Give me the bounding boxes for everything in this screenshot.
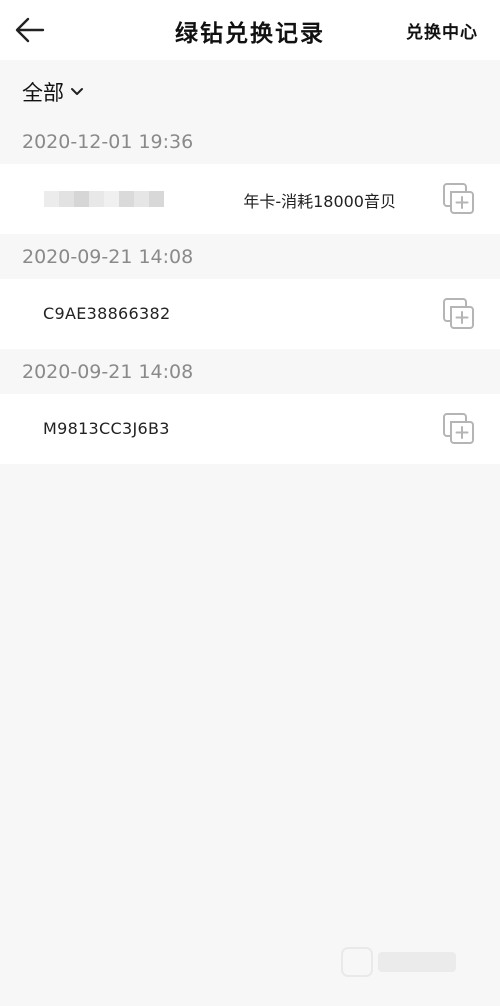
filter-dropdown[interactable]: 全部 (22, 77, 84, 107)
watermark-logo (341, 947, 456, 977)
record-code: M9813CC3J6B3 (43, 419, 170, 438)
record-date: 2020-09-21 14:08 (22, 361, 194, 383)
exchange-center-link[interactable]: 兑换中心 (406, 18, 478, 43)
back-button[interactable] (12, 12, 48, 48)
record-group: 2020-09-21 14:08 M9813CC3J6B3 (0, 350, 500, 464)
copy-button[interactable] (442, 182, 476, 216)
record-code: C9AE38866382 (43, 304, 171, 323)
record-date: 2020-12-01 19:36 (22, 131, 194, 153)
copy-icon (443, 298, 474, 329)
chevron-down-icon (71, 88, 83, 95)
copy-button[interactable] (442, 297, 476, 331)
copy-icon (443, 183, 474, 214)
arrow-left-icon (15, 17, 45, 43)
record-group: 2020-12-01 19:36 年卡-消耗18000音贝 (0, 120, 500, 234)
header-bar: 绿钻兑换记录 兑换中心 (0, 0, 500, 60)
filter-label: 全部 (22, 81, 64, 105)
record-row: C9AE38866382 (0, 279, 500, 349)
filter-bar: 全部 (0, 60, 500, 120)
record-group: 2020-09-21 14:08 C9AE38866382 (0, 235, 500, 349)
copy-button[interactable] (442, 412, 476, 446)
record-row: 年卡-消耗18000音贝 (0, 164, 500, 234)
redacted-code (44, 191, 164, 207)
record-date: 2020-09-21 14:08 (22, 246, 194, 268)
copy-icon (443, 413, 474, 444)
record-row: M9813CC3J6B3 (0, 394, 500, 464)
record-description: 年卡-消耗18000音贝 (243, 192, 396, 211)
